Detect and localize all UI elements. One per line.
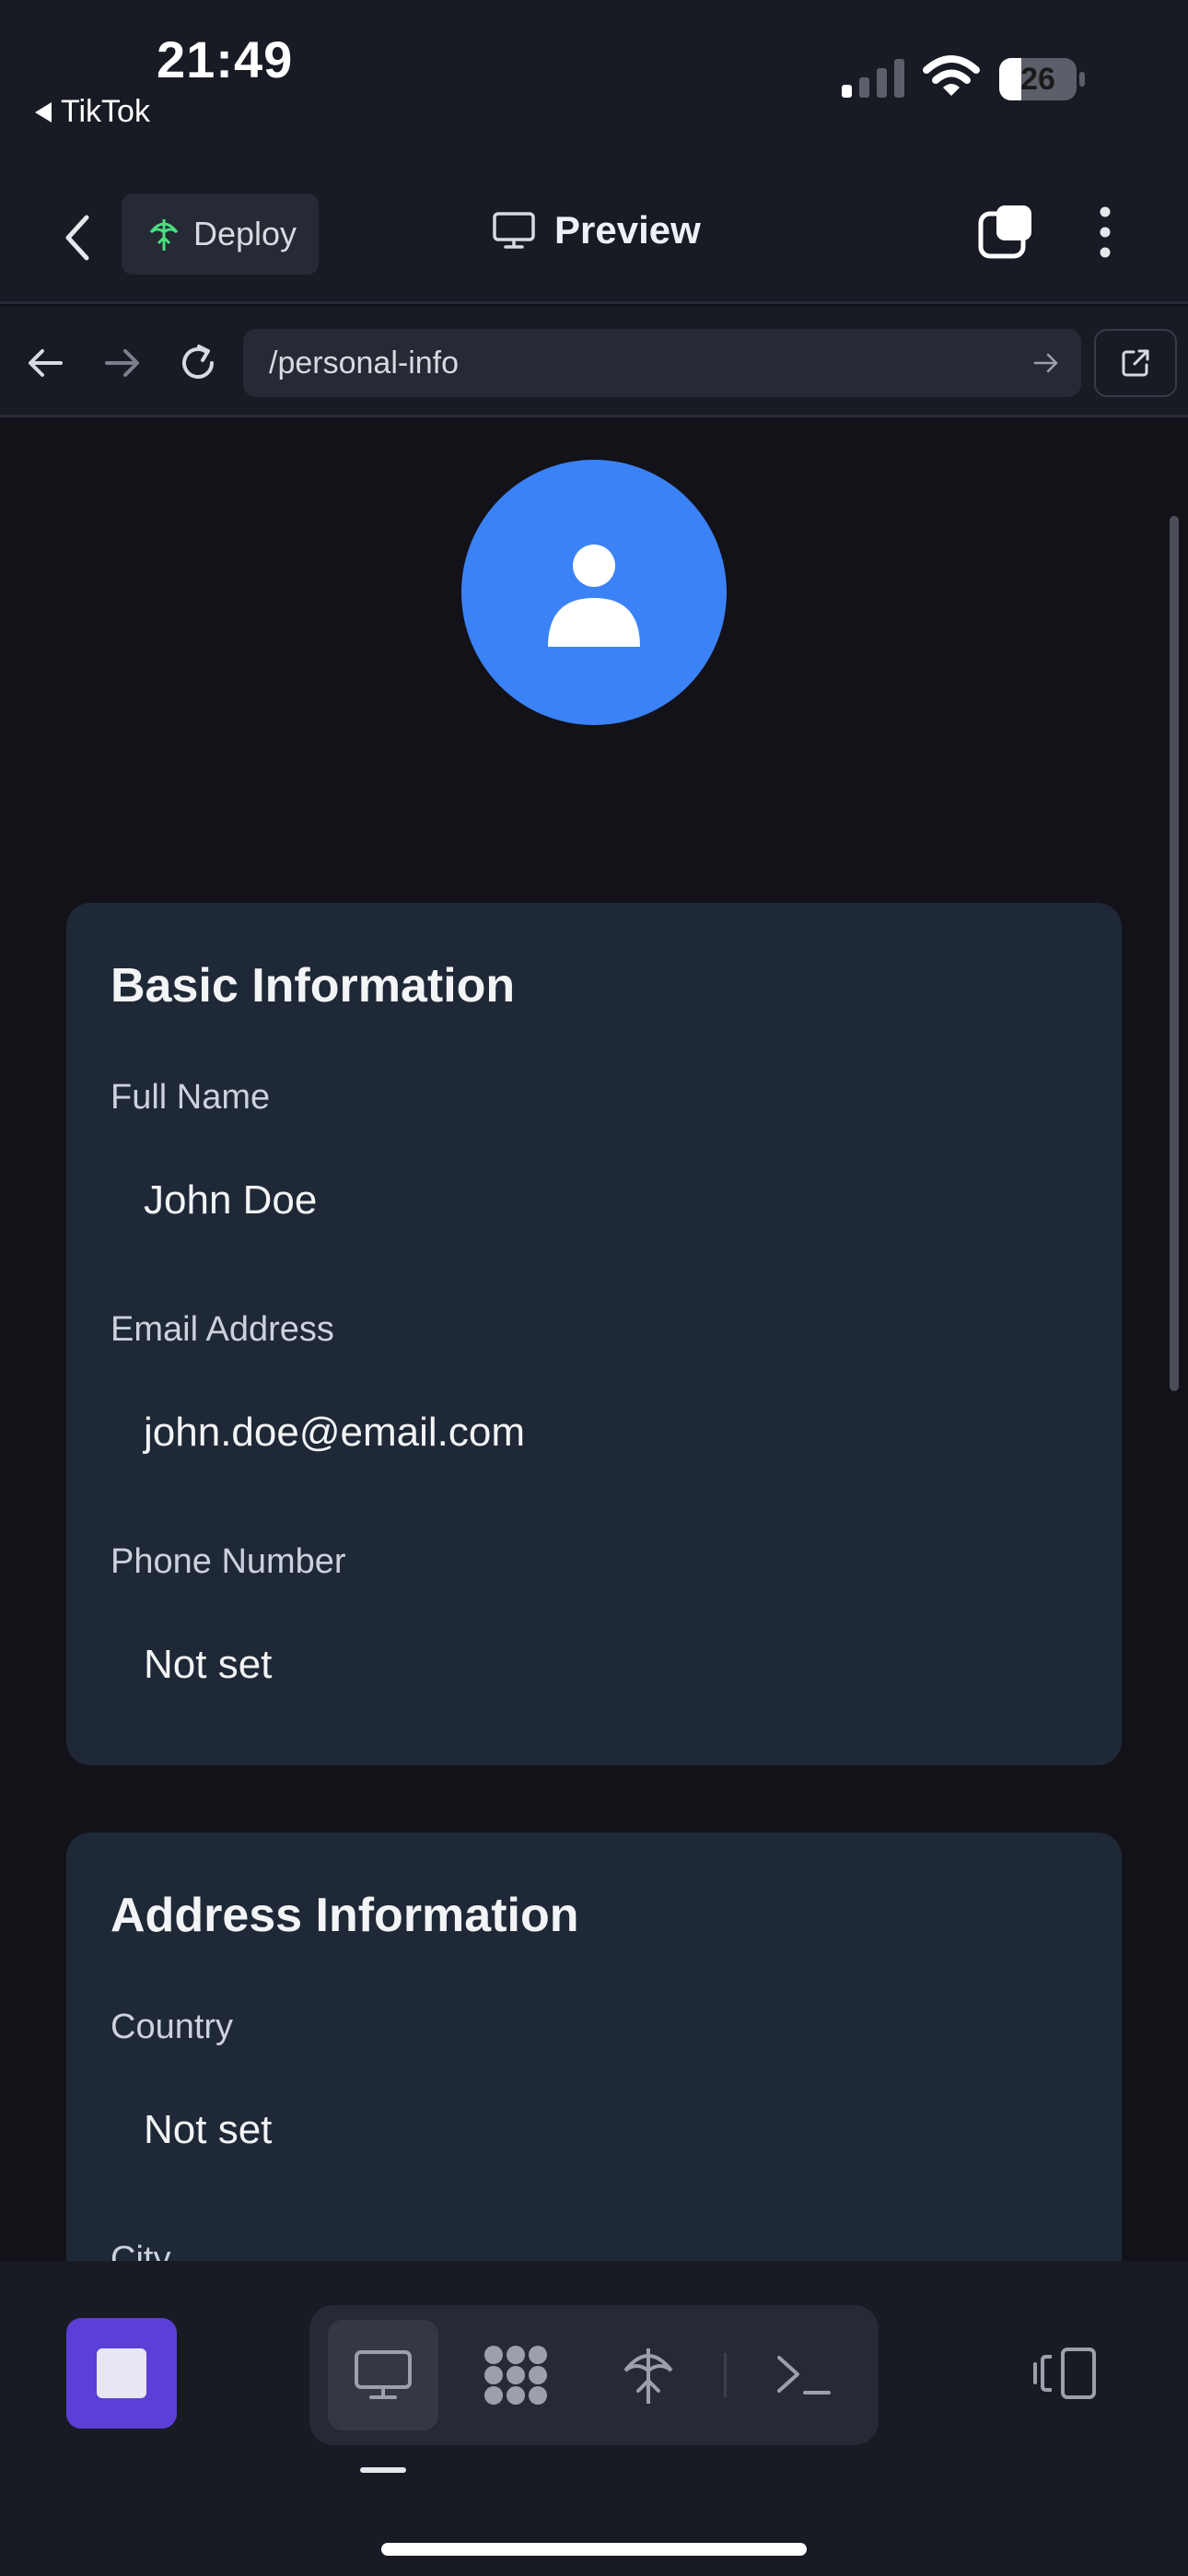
address-information-card: Address Information Country Not set City [66, 1832, 1122, 2261]
email-address-label: Email Address [111, 1310, 334, 1349]
workspace-tab[interactable] [460, 2320, 571, 2430]
bottom-toolbar [0, 2261, 1188, 2576]
full-name-value[interactable]: John Doe [144, 1177, 317, 1224]
go-arrow-icon[interactable] [1031, 349, 1061, 377]
back-triangle-icon [35, 101, 52, 123]
wifi-icon [923, 55, 980, 96]
country-label: Country [111, 2008, 234, 2046]
back-chevron-icon[interactable] [55, 210, 101, 265]
terminal-tab[interactable] [748, 2320, 858, 2430]
preview-content[interactable]: Basic Information Full Name John Doe Ema… [0, 420, 1188, 2261]
deploy-label: Deploy [193, 215, 297, 252]
battery-level: 26 [1020, 61, 1055, 97]
phone-number-value[interactable]: Not set [144, 1642, 272, 1688]
status-bar: 21:49 TikTok 26 [0, 0, 1188, 175]
arrow-left-icon[interactable] [22, 340, 68, 386]
apps-grid-icon [484, 2346, 547, 2405]
cellular-signal-icon [842, 59, 904, 98]
tabs-icon[interactable] [978, 203, 1035, 260]
external-link-icon [1122, 349, 1149, 377]
reload-icon[interactable] [175, 340, 221, 386]
terminal-icon [777, 2356, 831, 2395]
country-value[interactable]: Not set [144, 2107, 272, 2153]
preview-label: Preview [554, 208, 701, 252]
url-field[interactable]: /personal-info [243, 329, 1081, 397]
deploy-tab[interactable] [593, 2320, 704, 2430]
deploy-icon [149, 219, 179, 251]
full-name-label: Full Name [111, 1078, 271, 1117]
active-tab-indicator [360, 2467, 406, 2473]
city-label: City [111, 2240, 171, 2261]
user-icon [548, 544, 640, 647]
address-information-title: Address Information [111, 1889, 579, 1942]
panel-toggle-icon[interactable] [1033, 2346, 1098, 2401]
back-to-app-link[interactable]: TikTok [35, 94, 150, 130]
home-indicator[interactable] [381, 2543, 807, 2556]
view-switcher [309, 2305, 879, 2445]
preview-title: Preview [492, 208, 701, 252]
status-time: 21:49 [157, 30, 294, 88]
preview-tab[interactable] [328, 2320, 438, 2430]
stop-button[interactable] [66, 2318, 177, 2429]
stop-icon [97, 2348, 146, 2398]
deploy-icon [623, 2348, 673, 2404]
battery-indicator: 26 [998, 57, 1087, 101]
arrow-right-icon[interactable] [99, 340, 146, 386]
phone-number-label: Phone Number [111, 1542, 346, 1581]
monitor-icon [355, 2350, 412, 2399]
open-external-button[interactable] [1094, 329, 1177, 397]
deploy-button[interactable]: Deploy [122, 193, 319, 275]
basic-information-card: Basic Information Full Name John Doe Ema… [66, 903, 1122, 1765]
back-app-label: TikTok [61, 94, 150, 129]
app-header: Deploy Preview [0, 175, 1188, 304]
scrollbar-thumb[interactable] [1170, 516, 1179, 1391]
browser-bar: /personal-info [0, 307, 1188, 417]
segment-divider [724, 2353, 727, 2397]
basic-information-title: Basic Information [111, 959, 516, 1013]
monitor-icon [493, 212, 535, 249]
email-address-value[interactable]: john.doe@email.com [144, 1410, 525, 1456]
more-options-icon[interactable] [1092, 205, 1118, 260]
avatar[interactable] [461, 460, 727, 725]
url-text: /personal-info [269, 345, 460, 381]
